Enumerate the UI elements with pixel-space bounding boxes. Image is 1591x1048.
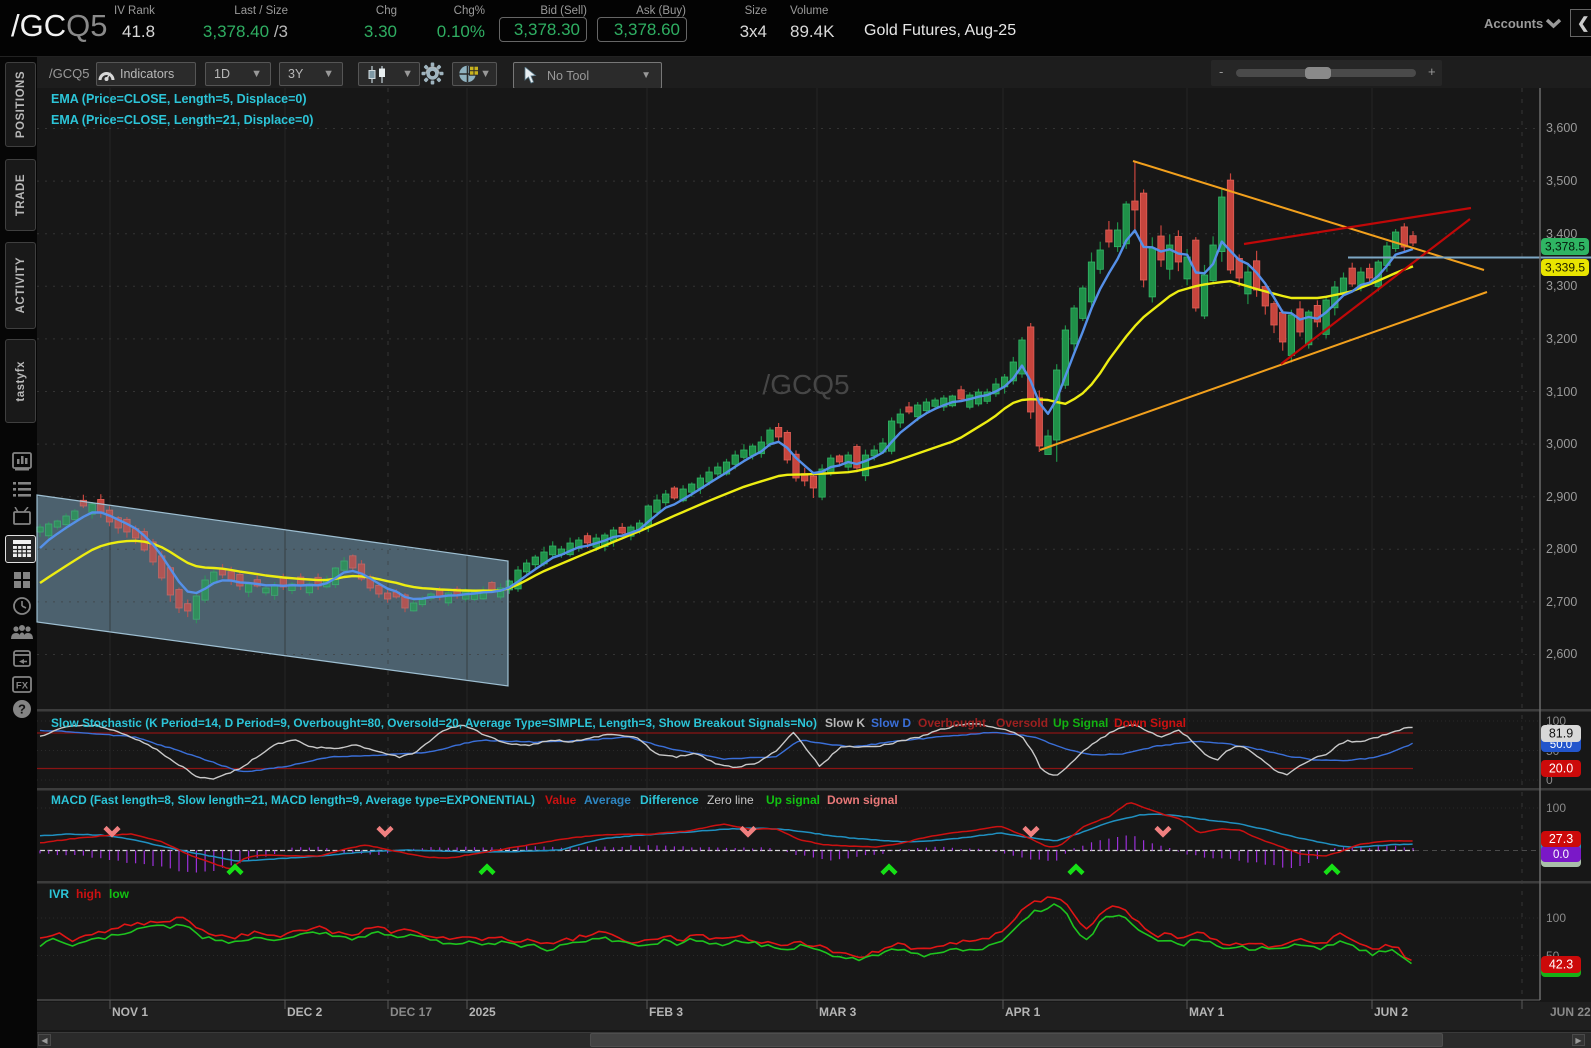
svg-text:3,300: 3,300: [1546, 279, 1577, 293]
svg-text:3,378.5: 3,378.5: [1545, 240, 1585, 254]
svg-text:27.3: 27.3: [1549, 832, 1573, 846]
svg-text:2,600: 2,600: [1546, 647, 1577, 661]
svg-text:100: 100: [1546, 911, 1566, 925]
svg-text:DEC 17: DEC 17: [390, 1005, 432, 1019]
svg-text:APR 1: APR 1: [1005, 1005, 1041, 1019]
svg-text:JUN 22: JUN 22: [1550, 1005, 1591, 1019]
svg-text:3,339.5: 3,339.5: [1545, 261, 1585, 275]
svg-text:2,800: 2,800: [1546, 542, 1577, 556]
svg-text:42.3: 42.3: [1549, 958, 1573, 972]
svg-text:100: 100: [1546, 801, 1566, 815]
svg-text:3,500: 3,500: [1546, 174, 1577, 188]
svg-text:3,000: 3,000: [1546, 437, 1577, 451]
svg-text:FEB 3: FEB 3: [649, 1005, 683, 1019]
svg-text:3,200: 3,200: [1546, 332, 1577, 346]
svg-text:3,600: 3,600: [1546, 121, 1577, 135]
svg-text:0.0: 0.0: [1553, 849, 1569, 861]
svg-text:MAR 3: MAR 3: [819, 1005, 857, 1019]
svg-text:DEC 2: DEC 2: [287, 1005, 323, 1019]
svg-text:81.9: 81.9: [1549, 727, 1573, 741]
svg-text:IVRhighlow: IVR high low: [49, 887, 130, 901]
svg-text:2025: 2025: [469, 1005, 496, 1019]
svg-text:MACD (Fast length=8, Slow leng: MACD (Fast length=8, Slow length=21, MAC…: [51, 793, 898, 807]
svg-text:JUN 2: JUN 2: [1374, 1005, 1408, 1019]
svg-text:2,700: 2,700: [1546, 595, 1577, 609]
svg-text:2,900: 2,900: [1546, 490, 1577, 504]
svg-text:EMA (Price=CLOSE, Length=5, Di: EMA (Price=CLOSE, Length=5, Displace=0): [51, 92, 307, 106]
svg-text:/GCQ5: /GCQ5: [762, 369, 849, 400]
svg-text:NOV 1: NOV 1: [112, 1005, 148, 1019]
svg-text:EMA (Price=CLOSE, Length=21, D: EMA (Price=CLOSE, Length=21, Displace=0): [51, 113, 313, 127]
svg-text:Slow Stochastic (K Period=14,: Slow Stochastic (K Period=14, D Period=9…: [51, 716, 1186, 730]
svg-text:3,100: 3,100: [1546, 385, 1577, 399]
svg-text:MAY 1: MAY 1: [1189, 1005, 1225, 1019]
svg-text:20.0: 20.0: [1549, 762, 1573, 776]
